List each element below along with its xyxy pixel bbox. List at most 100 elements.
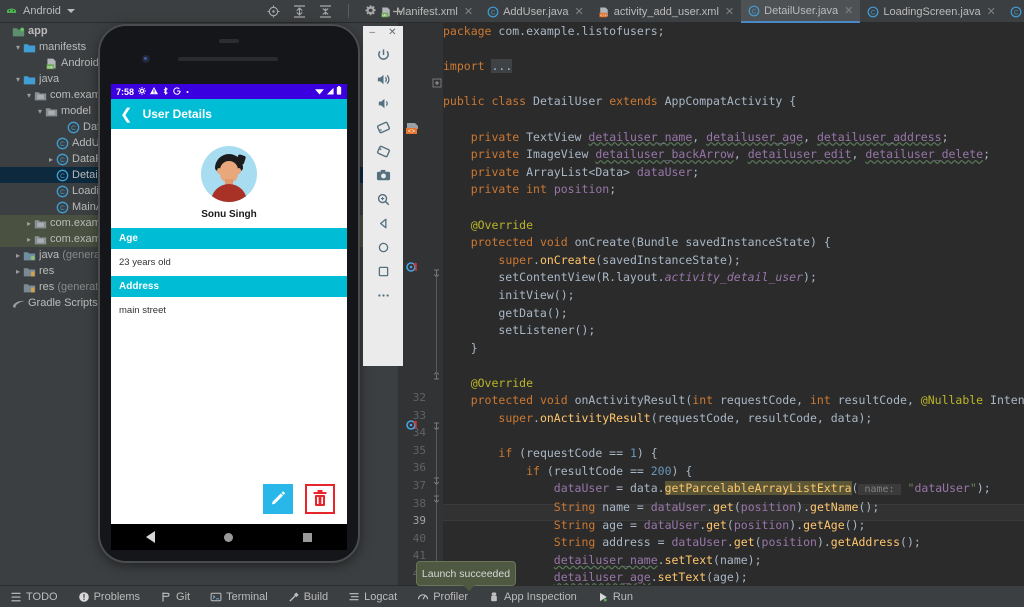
emulator-toolbar: – ✕ xyxy=(363,26,403,366)
status-bar-terminal[interactable]: Terminal xyxy=(200,591,278,603)
status-bar-build[interactable]: Build xyxy=(278,591,338,603)
status-bar-run[interactable]: Run xyxy=(587,591,643,603)
volume-down-icon[interactable] xyxy=(372,91,394,115)
android-nav-bar[interactable] xyxy=(111,524,347,550)
code-line: protected void onCreate(Bundle savedInst… xyxy=(443,234,1024,252)
status-bar-app-inspection[interactable]: App Inspection xyxy=(478,591,587,603)
project-selector[interactable]: Android xyxy=(0,5,266,17)
recents-square-icon[interactable] xyxy=(303,533,312,542)
status-bar-problems[interactable]: Problems xyxy=(68,591,150,603)
chevron-left-icon[interactable]: ❮ xyxy=(120,107,133,122)
close-icon[interactable]: ✕ xyxy=(987,5,996,18)
manifest-file-icon: MF xyxy=(45,57,58,70)
package-icon xyxy=(45,105,58,118)
status-bar-todo[interactable]: TODO xyxy=(0,591,68,603)
editor-tab-loadingscreen-java[interactable]: CLoadingScreen.java✕ xyxy=(860,0,1002,23)
chevron-down-icon[interactable]: ▾ xyxy=(35,107,45,116)
emulator-device-frame: 7:58 xyxy=(100,26,358,561)
editor-tab-manifest-xml[interactable]: –MFManifest.xml✕ xyxy=(360,0,480,23)
editor-fold-column[interactable] xyxy=(430,23,443,585)
back-triangle-icon[interactable] xyxy=(146,531,155,543)
chevron-right-icon[interactable]: ▸ xyxy=(13,267,23,276)
tree-node-label: app xyxy=(28,25,48,37)
code-line: private int position; xyxy=(443,181,1024,199)
svg-text:</>: </> xyxy=(600,13,608,18)
close-icon[interactable]: ✕ xyxy=(464,5,473,18)
status-bar-profiler[interactable]: Profiler xyxy=(407,591,478,603)
rotate-left-icon[interactable] xyxy=(372,115,394,139)
editor-tab-detailuser-java[interactable]: CDetailUser.java✕ xyxy=(741,0,860,23)
editor-tab-mainactivity-java[interactable]: CMainActivity.java xyxy=(1003,0,1024,23)
code-editor[interactable]: 32333435363738394041424344 package com.e… xyxy=(398,23,1024,585)
editor-tab-adduser-java[interactable]: CAddUser.java✕ xyxy=(480,0,591,23)
power-icon[interactable] xyxy=(372,43,394,67)
home-icon[interactable] xyxy=(372,235,394,259)
code-line: } xyxy=(443,340,1024,358)
chevron-down-icon[interactable]: ▾ xyxy=(13,75,23,84)
source-code-text[interactable]: package com.example.listofusers; import … xyxy=(443,23,1024,585)
java-class-icon: C xyxy=(867,6,879,18)
volume-up-icon[interactable] xyxy=(372,67,394,91)
edit-fab[interactable] xyxy=(263,484,293,514)
line-number-35: 35 xyxy=(398,442,426,460)
collapse-all-icon[interactable] xyxy=(318,4,333,19)
status-bar-label: Logcat xyxy=(364,591,397,603)
java-class-icon: C xyxy=(56,137,69,150)
chevron-down-icon[interactable]: ▾ xyxy=(24,91,34,100)
tree-node-label: model xyxy=(61,105,91,117)
line-number-39: 39 xyxy=(398,512,426,530)
hide-tab-icon[interactable]: – xyxy=(367,6,373,18)
app-toolbar: ❮ User Details xyxy=(111,99,347,129)
overview-square-icon[interactable] xyxy=(372,259,394,283)
chevron-right-icon[interactable]: ▸ xyxy=(46,155,56,164)
code-line: super.onCreate(savedInstanceState); xyxy=(443,252,1024,270)
svg-text:<>: <> xyxy=(408,128,416,135)
editor-tab-label: Manifest.xml xyxy=(396,6,458,18)
svg-text:C: C xyxy=(60,172,65,179)
close-icon[interactable]: ✕ xyxy=(725,5,734,18)
rotate-right-icon[interactable] xyxy=(372,139,394,163)
java-class-icon: C xyxy=(56,169,69,182)
close-icon[interactable]: ✕ xyxy=(844,4,853,17)
close-icon[interactable]: ✕ xyxy=(388,29,396,37)
folder-icon xyxy=(23,41,36,54)
signal-icon xyxy=(326,87,334,97)
code-line: setListener(); xyxy=(443,322,1024,340)
bluetooth-icon xyxy=(162,87,169,97)
build-hammer-icon xyxy=(288,591,300,603)
java-class-gutter-icon[interactable]: <> xyxy=(405,119,421,140)
code-line: initView(); xyxy=(443,287,1024,305)
minimize-icon[interactable]: – xyxy=(370,29,376,37)
chevron-down-icon[interactable] xyxy=(67,9,75,13)
more-icon[interactable] xyxy=(372,283,394,307)
chevron-right-icon[interactable]: ▸ xyxy=(13,251,23,260)
emulator-screen[interactable]: 7:58 xyxy=(111,84,347,524)
android-layout-icon: </> xyxy=(598,6,610,18)
code-line xyxy=(443,76,1024,94)
home-circle-icon[interactable] xyxy=(224,533,233,542)
zoom-icon[interactable] xyxy=(372,187,394,211)
locate-icon[interactable] xyxy=(266,4,281,19)
section-header-address: Address xyxy=(111,276,347,297)
status-bar-right-icons xyxy=(315,86,342,97)
screenshot-camera-icon[interactable] xyxy=(372,163,394,187)
chevron-down-icon[interactable]: ▾ xyxy=(13,43,23,52)
override-method-gutter-icon[interactable] xyxy=(406,418,420,437)
java-class-icon: C xyxy=(1010,6,1022,18)
code-line: private TextView detailuser_name, detail… xyxy=(443,129,1024,147)
status-bar-git[interactable]: Git xyxy=(150,591,200,603)
back-icon[interactable] xyxy=(372,211,394,235)
delete-fab[interactable] xyxy=(305,484,335,514)
google-g-icon xyxy=(173,87,181,97)
override-method-gutter-icon[interactable] xyxy=(406,260,420,279)
code-line: super.onActivityResult(requestCode, resu… xyxy=(443,410,1024,428)
expand-all-icon[interactable] xyxy=(292,4,307,19)
todo-icon xyxy=(10,591,22,603)
status-bar-logcat[interactable]: Logcat xyxy=(338,591,407,603)
svg-text:C: C xyxy=(60,188,65,195)
close-icon[interactable]: ✕ xyxy=(575,5,584,18)
user-name-label: Sonu Singh xyxy=(111,209,347,220)
chevron-right-icon[interactable]: ▸ xyxy=(24,235,34,244)
chevron-right-icon[interactable]: ▸ xyxy=(24,219,34,228)
editor-tab-activity_add_user-xml[interactable]: </>activity_add_user.xml✕ xyxy=(591,0,741,23)
